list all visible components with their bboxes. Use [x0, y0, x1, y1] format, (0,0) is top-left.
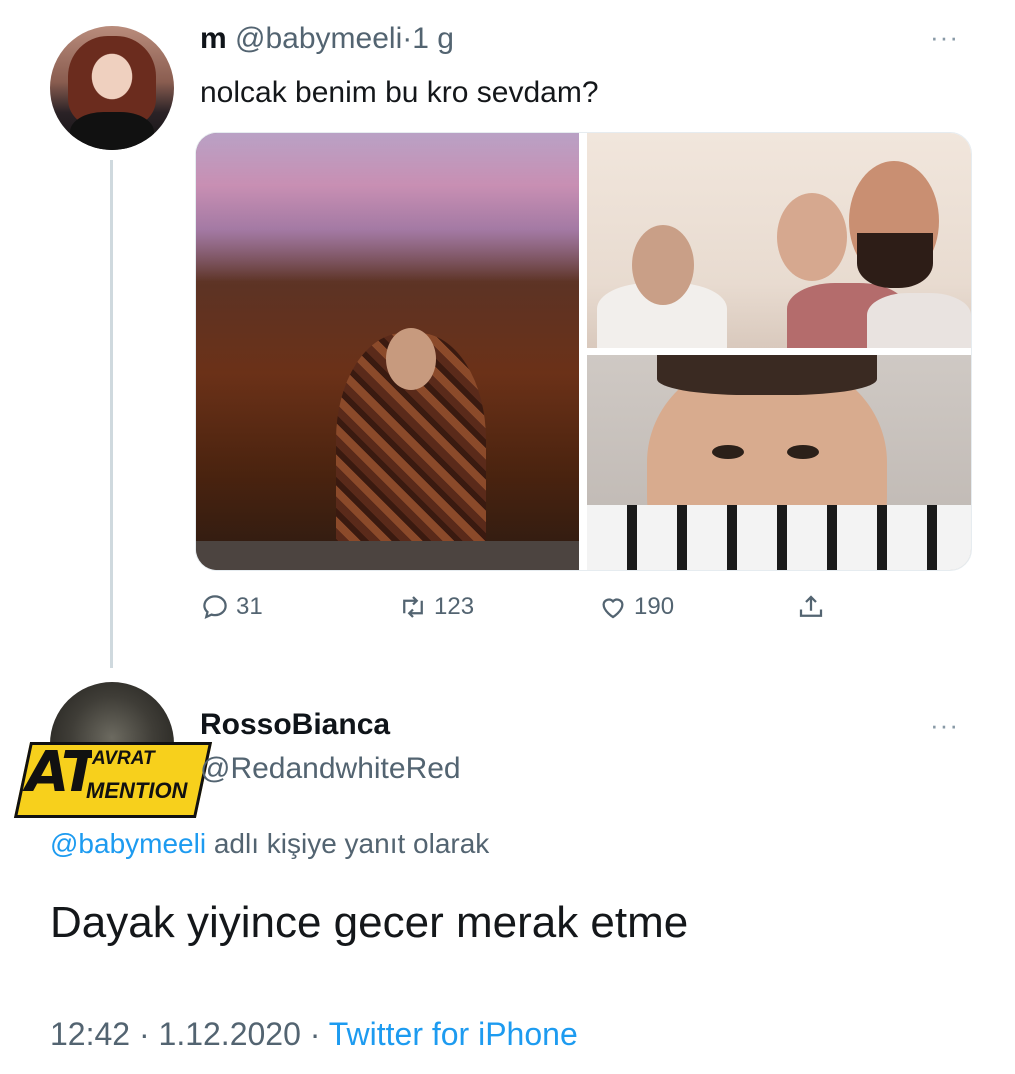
photo-shirt [867, 293, 971, 348]
reply-icon [203, 595, 227, 619]
tweet-source[interactable]: Twitter for iPhone [329, 1016, 578, 1052]
footer-separator: · [309, 1016, 321, 1052]
photo-head [386, 328, 436, 390]
author-display-name[interactable]: m [200, 22, 227, 55]
share-button[interactable] [796, 592, 832, 622]
avatar-body [70, 112, 154, 150]
tweet-footer: 12:42 · 1.12.2020 · Twitter for iPhone [50, 1016, 578, 1053]
media-photo-1[interactable] [196, 133, 579, 570]
meta-separator: · [402, 22, 413, 55]
photo-wall [196, 541, 579, 570]
media-photo-2[interactable] [587, 133, 971, 348]
footer-separator: · [138, 1016, 150, 1052]
photo-jacket [587, 505, 971, 570]
replying-to-suffix: adlı kişiye yanıt olarak [213, 828, 490, 859]
photo-face [777, 193, 847, 281]
reply-count: 31 [236, 593, 263, 620]
photo-hair [657, 355, 877, 395]
avatar-badge-top: AVRAT [92, 748, 155, 770]
replying-to-handle[interactable]: @babymeeli [50, 828, 206, 859]
like-icon [602, 598, 624, 619]
avatar-badge-bottom: MENTION [86, 778, 188, 803]
like-count: 190 [634, 593, 675, 620]
tweet-author-line: m @babymeeli·1 g [200, 22, 454, 56]
tweet-time[interactable]: 12:42 [50, 1016, 130, 1052]
photo-beard [857, 233, 933, 288]
reply-text: Dayak yiyince gecer merak etme [50, 898, 689, 947]
retweet-button[interactable]: 123 [398, 592, 474, 622]
reply-author-display-name[interactable]: RossoBianca [200, 708, 390, 742]
tweet-text: nolcak benim bu kro sevdam? [200, 76, 599, 109]
tweet-date[interactable]: 1.12.2020 [159, 1016, 301, 1052]
tweet-time-ago[interactable]: 1 g [412, 22, 454, 55]
photo-face [632, 225, 694, 305]
more-icon[interactable]: ··· [930, 710, 959, 741]
photo-eye [787, 445, 819, 459]
like-button[interactable]: 190 [598, 592, 674, 622]
photo-eye [712, 445, 744, 459]
share-icon [799, 595, 823, 617]
reply-author-handle[interactable]: @RedandwhiteRed [200, 752, 461, 786]
media-photo-3[interactable] [587, 355, 971, 570]
replying-to: @babymeeli adlı kişiye yanıt olarak [50, 828, 489, 860]
retweet-count: 123 [434, 593, 475, 620]
tweet-media-grid [195, 132, 972, 571]
thread-connector-line [110, 160, 113, 668]
reply-button[interactable]: 31 [200, 592, 263, 622]
author-avatar[interactable] [50, 26, 174, 150]
author-handle[interactable]: @babymeeli [235, 22, 402, 55]
retweet-icon [403, 596, 423, 618]
more-icon[interactable]: ··· [930, 22, 959, 53]
